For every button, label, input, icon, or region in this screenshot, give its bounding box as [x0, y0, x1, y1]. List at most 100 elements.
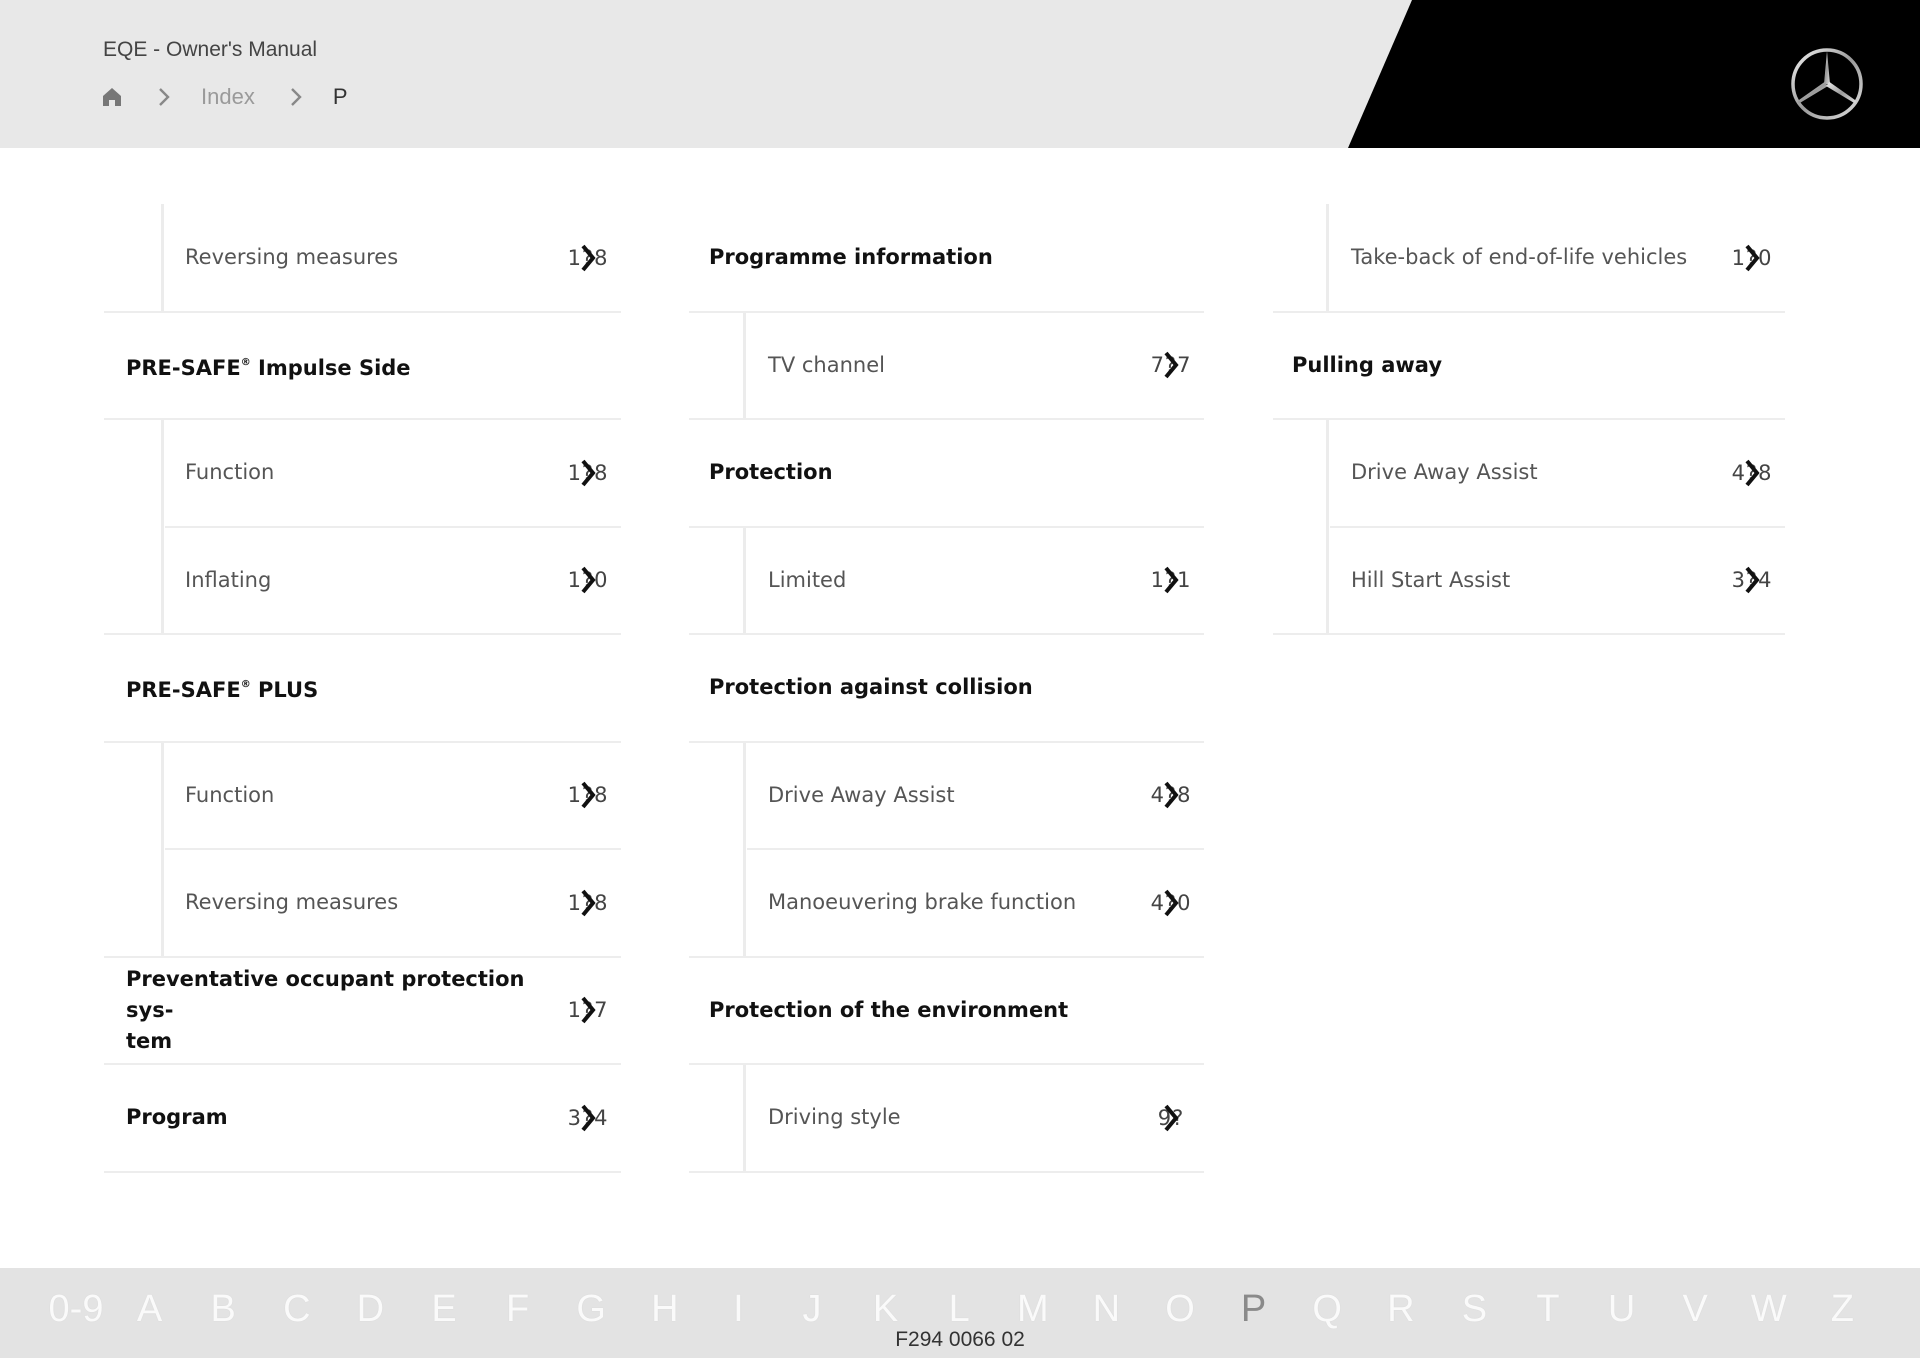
alphabet-letter-h[interactable]: H [651, 1288, 678, 1331]
index-heading: PRE-SAFE® Impulse Side [104, 312, 621, 420]
index-entry[interactable]: TV channel 7?7 [689, 312, 1204, 420]
alphabet-letter-s[interactable]: S [1462, 1288, 1487, 1331]
chevron-right-icon [579, 995, 597, 1025]
index-heading[interactable]: Preventative occupant protection sys-tem… [104, 957, 621, 1065]
page-link[interactable]: 4?0 [1148, 889, 1194, 917]
entry-label: Function [185, 457, 551, 488]
entry-label: Driving style [768, 1102, 1134, 1133]
entry-label: Drive Away Assist [768, 780, 1134, 811]
label-text: Preventative occupant protection sys- [126, 966, 525, 1022]
alphabet-letter-i[interactable]: I [733, 1288, 744, 1331]
alphabet-letter-w[interactable]: W [1751, 1288, 1787, 1331]
breadcrumb: Index P [101, 82, 348, 112]
alphabet-letter-q[interactable]: Q [1312, 1288, 1342, 1331]
label-text: Function [185, 460, 275, 485]
alphabet-letter-0-9[interactable]: 0-9 [49, 1288, 104, 1331]
alphabet-letter-l[interactable]: L [949, 1288, 970, 1331]
page-link[interactable]: 4?8 [1729, 459, 1775, 487]
chevron-right-icon [579, 780, 597, 810]
label-text: Reversing measures [185, 245, 399, 270]
index-entry[interactable]: Hill Start Assist 3?4 [1273, 527, 1785, 635]
heading-label: Programme information [709, 242, 1134, 273]
alphabet-letter-z[interactable]: Z [1831, 1288, 1854, 1331]
chevron-right-icon [579, 888, 597, 918]
index-heading[interactable]: Program 3?4 [104, 1064, 621, 1172]
alphabet-letter-k[interactable]: K [873, 1288, 898, 1331]
chevron-right-icon [579, 1103, 597, 1133]
footer-code: F294 0066 02 [895, 1328, 1025, 1351]
index-entry[interactable]: Limited 1?1 [689, 527, 1204, 635]
index-entry[interactable]: Reversing measures 1?8 [104, 204, 621, 312]
alphabet-letter-t[interactable]: T [1536, 1288, 1559, 1331]
index-entry[interactable]: Take-back of end-of-life vehicles 1?0 [1273, 204, 1785, 312]
index-entry[interactable]: Function 1?8 [104, 419, 621, 527]
page-link[interactable]: 1?0 [1729, 244, 1775, 272]
page-link[interactable]: 4?8 [1148, 781, 1194, 809]
heading-label: Pulling away [1292, 350, 1715, 381]
heading-label: Preventative occupant protection sys-tem [126, 964, 551, 1057]
chevron-right-icon [157, 87, 171, 107]
alphabet-letter-a[interactable]: A [137, 1288, 162, 1331]
page-link[interactable]: 1?0 [565, 565, 611, 595]
label-text: Program [126, 1105, 228, 1130]
entry-label: Limited [768, 565, 1134, 596]
heading-label: Program [126, 1102, 551, 1133]
page-link[interactable]: 1?8 [565, 244, 611, 272]
index-entry[interactable]: Inflating 1?0 [104, 527, 621, 635]
chevron-right-icon [1743, 565, 1761, 595]
alphabet-letter-p[interactable]: P [1241, 1288, 1266, 1331]
page-link[interactable]: 1?8 [565, 888, 611, 918]
index-entry[interactable]: Drive Away Assist 4?8 [1273, 419, 1785, 527]
alphabet-letter-d[interactable]: D [357, 1288, 384, 1331]
page-link[interactable]: 1?1 [1148, 566, 1194, 594]
home-icon[interactable] [101, 86, 123, 108]
alphabet-letter-u[interactable]: U [1608, 1288, 1635, 1331]
row-divider [1273, 633, 1785, 635]
label-text: Protection of the environment [709, 997, 1069, 1022]
alphabet-letter-m[interactable]: M [1017, 1288, 1049, 1331]
label-text: Inflating [185, 567, 272, 592]
breadcrumb-index-link[interactable]: Index [201, 84, 255, 110]
alphabet-letter-j[interactable]: J [803, 1288, 822, 1331]
label-text: PRE-SAFE [126, 678, 241, 703]
index-entry[interactable]: Drive Away Assist 4?8 [689, 742, 1204, 850]
page-link[interactable]: 7?7 [1148, 351, 1194, 379]
page-link[interactable]: 3?4 [1729, 565, 1775, 595]
page-link[interactable]: 9? [1148, 1103, 1194, 1133]
label-suffix: PLUS [250, 678, 319, 703]
label-text: PRE-SAFE [126, 355, 241, 380]
alphabet-bar: 0-9 A B C D E F G H I J K L M N O P Q R S T U V W Z F294 0066 02 [0, 1268, 1920, 1358]
label-text: Driving style [768, 1105, 901, 1130]
label-text: Function [185, 782, 275, 807]
index-entry[interactable]: Function 1?8 [104, 742, 621, 850]
page-link[interactable]: 1?8 [565, 780, 611, 810]
chevron-right-icon [579, 565, 597, 595]
label-text: Limited [768, 567, 847, 592]
alphabet-letter-r[interactable]: R [1387, 1288, 1414, 1331]
index-entry[interactable]: Driving style 9? [689, 1064, 1204, 1172]
header: EQE - Owner's Manual Index P [0, 0, 1920, 148]
page-link[interactable]: 1?7 [565, 995, 611, 1025]
alphabet-letter-o[interactable]: O [1165, 1288, 1195, 1331]
page-link[interactable]: 3?4 [565, 1103, 611, 1133]
index-heading: Protection of the environment [689, 957, 1204, 1065]
alphabet-letter-b[interactable]: B [211, 1288, 236, 1331]
chevron-right-icon [1162, 1103, 1180, 1133]
index-heading: Protection against collision [689, 634, 1204, 742]
alphabet-letter-c[interactable]: C [283, 1288, 310, 1331]
page-link[interactable]: 1?8 [565, 459, 611, 487]
index-heading: PRE-SAFE® PLUS [104, 634, 621, 742]
alphabet-letter-f[interactable]: F [506, 1288, 529, 1331]
label-text: Pulling away [1292, 352, 1443, 377]
alphabet-letter-v[interactable]: V [1683, 1288, 1708, 1331]
row-divider [689, 1170, 1204, 1173]
index-entry[interactable]: Manoeuvering brake function 4?0 [689, 849, 1204, 957]
alphabet-letter-n[interactable]: N [1093, 1288, 1120, 1331]
index-entry[interactable]: Reversing measures 1?8 [104, 849, 621, 957]
label-text: Take-back of end-of-life vehicles [1351, 245, 1688, 270]
alphabet-letter-e[interactable]: E [431, 1288, 456, 1331]
alphabet-letter-g[interactable]: G [576, 1288, 606, 1331]
row-divider [104, 1170, 621, 1173]
index-heading: Protection [689, 419, 1204, 527]
label-text: Manoeuvering brake function [768, 890, 1077, 915]
